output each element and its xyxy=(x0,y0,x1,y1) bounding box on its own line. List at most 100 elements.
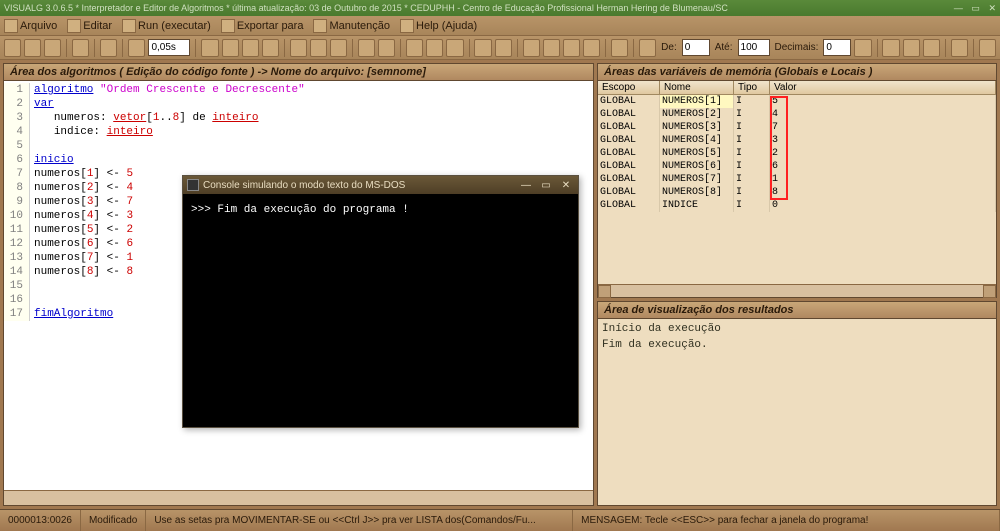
toolbar-find-icon[interactable] xyxy=(406,39,423,57)
variables-panel-header: Áreas das variáveis de memória (Globais … xyxy=(598,64,996,81)
de-label: De: xyxy=(661,42,677,53)
code-line[interactable]: 3 numeros: vetor[1..8] de inteiro xyxy=(4,111,593,125)
toolbar-print-icon[interactable] xyxy=(611,39,628,57)
toolbar-date-icon[interactable] xyxy=(923,39,940,57)
wrench-icon xyxy=(313,19,327,33)
menu-manutencao[interactable]: Manutenção xyxy=(313,19,390,33)
cell-escopo: GLOBAL xyxy=(598,199,660,212)
line-code: inicio xyxy=(30,153,74,167)
table-row[interactable]: GLOBALNUMEROS[8]I8 xyxy=(598,186,996,199)
table-row[interactable]: GLOBALNUMEROS[3]I7 xyxy=(598,121,996,134)
toolbar-cut-icon[interactable] xyxy=(290,39,307,57)
table-row[interactable]: GLOBALNUMEROS[7]I1 xyxy=(598,173,996,186)
decimais-input[interactable] xyxy=(823,39,851,56)
toolbar-tool1-icon[interactable] xyxy=(495,39,512,57)
toolbar-copy-icon[interactable] xyxy=(310,39,327,57)
variables-table[interactable]: Escopo Nome Tipo Valor GLOBALNUMEROS[1]I… xyxy=(598,81,996,284)
variables-hscrollbar[interactable] xyxy=(598,284,996,297)
toolbar-reload-icon[interactable] xyxy=(563,39,580,57)
toolbar-new-icon[interactable] xyxy=(4,39,21,57)
status-help: Use as setas pra MOVIMENTAR-SE ou <<Ctrl… xyxy=(146,510,573,531)
cell-tipo: I xyxy=(734,199,770,212)
toolbar-reopen-icon[interactable] xyxy=(44,39,61,57)
delay-input[interactable] xyxy=(148,39,190,56)
toolbar-exit-icon[interactable] xyxy=(979,39,996,57)
cell-escopo: GLOBAL xyxy=(598,108,660,121)
toolbar-goto-icon[interactable] xyxy=(474,39,491,57)
col-tipo[interactable]: Tipo xyxy=(734,81,770,94)
line-number: 13 xyxy=(4,251,30,265)
cell-valor: 1 xyxy=(770,173,996,186)
toolbar-eval-icon[interactable] xyxy=(262,39,279,57)
scroll-right-icon[interactable] xyxy=(983,285,996,298)
toolbar-view-icon[interactable] xyxy=(523,39,540,57)
menu-arquivo[interactable]: Arquivo xyxy=(4,19,57,33)
minimize-button[interactable]: — xyxy=(954,3,963,13)
toolbar-table-icon[interactable] xyxy=(882,39,899,57)
console-close-button[interactable]: ✕ xyxy=(558,180,574,191)
close-button[interactable]: ✕ xyxy=(988,3,996,13)
code-line[interactable]: 1algoritmo "Ordem Crescente e Decrescent… xyxy=(4,83,593,97)
console-window[interactable]: Console simulando o modo texto do MS-DOS… xyxy=(182,175,579,428)
window-titlebar: VISUALG 3.0.6.5 * Interpretador e Editor… xyxy=(0,0,1000,16)
toolbar-sync-icon[interactable] xyxy=(583,39,600,57)
toolbar-redo-icon[interactable] xyxy=(378,39,395,57)
line-code xyxy=(30,293,34,307)
decimais-step-icon[interactable] xyxy=(854,39,871,57)
line-number: 17 xyxy=(4,307,30,321)
table-row[interactable]: GLOBALNUMEROS[4]I3 xyxy=(598,134,996,147)
console-minimize-button[interactable]: — xyxy=(518,180,534,191)
toolbar-chart-icon[interactable] xyxy=(903,39,920,57)
console-maximize-button[interactable]: ▭ xyxy=(538,180,554,191)
toolbar-step-icon[interactable] xyxy=(242,39,259,57)
toolbar-stop-icon[interactable] xyxy=(201,39,218,57)
menu-run[interactable]: Run (executar) xyxy=(122,19,211,33)
menu-editar[interactable]: Editar xyxy=(67,19,112,33)
scroll-left-icon[interactable] xyxy=(598,285,611,298)
code-line[interactable]: 5 xyxy=(4,139,593,153)
toolbar-paste-icon[interactable] xyxy=(330,39,347,57)
col-escopo[interactable]: Escopo xyxy=(598,81,660,94)
code-line[interactable]: 6inicio xyxy=(4,153,593,167)
status-modified: Modificado xyxy=(81,510,146,531)
line-code: numeros[8] <- 8 xyxy=(30,265,133,279)
table-row[interactable]: GLOBALNUMEROS[6]I6 xyxy=(598,160,996,173)
menu-help[interactable]: Help (Ajuda) xyxy=(400,19,477,33)
editor-hscrollbar[interactable] xyxy=(4,490,593,505)
toolbar-wrench-icon[interactable] xyxy=(639,39,656,57)
menubar: Arquivo Editar Run (executar) Exportar p… xyxy=(0,16,1000,36)
cell-nome: NUMEROS[1] xyxy=(660,95,734,108)
toolbar-random-icon[interactable] xyxy=(543,39,560,57)
help-icon xyxy=(400,19,414,33)
toolbar-open-icon[interactable] xyxy=(24,39,41,57)
line-code: numeros[2] <- 4 xyxy=(30,181,133,195)
run-icon xyxy=(122,19,136,33)
console-titlebar[interactable]: Console simulando o modo texto do MS-DOS… xyxy=(183,176,578,194)
toolbar-save-icon[interactable] xyxy=(72,39,89,57)
table-row[interactable]: GLOBALNUMEROS[2]I4 xyxy=(598,108,996,121)
line-number: 8 xyxy=(4,181,30,195)
toolbar-hand-icon[interactable] xyxy=(222,39,239,57)
code-line[interactable]: 4 indice: inteiro xyxy=(4,125,593,139)
cell-valor: 8 xyxy=(770,186,996,199)
toolbar-replace-icon[interactable] xyxy=(426,39,443,57)
maximize-button[interactable]: ▭ xyxy=(971,3,980,13)
col-valor[interactable]: Valor xyxy=(770,81,996,94)
cell-tipo: I xyxy=(734,160,770,173)
table-row[interactable]: GLOBALNUMEROS[5]I2 xyxy=(598,147,996,160)
window-buttons: — ▭ ✕ xyxy=(948,0,996,16)
toolbar-timer-icon[interactable] xyxy=(128,39,145,57)
toolbar-edit-icon[interactable] xyxy=(100,39,117,57)
toolbar-export-icon[interactable] xyxy=(951,39,968,57)
de-input[interactable] xyxy=(682,39,710,56)
toolbar-findnext-icon[interactable] xyxy=(446,39,463,57)
col-nome[interactable]: Nome xyxy=(660,81,734,94)
table-row[interactable]: GLOBALNUMEROS[1]I5 xyxy=(598,95,996,108)
menu-exportar[interactable]: Exportar para xyxy=(221,19,304,33)
ate-input[interactable] xyxy=(738,39,770,56)
code-line[interactable]: 2var xyxy=(4,97,593,111)
cell-escopo: GLOBAL xyxy=(598,121,660,134)
results-output[interactable]: Início da execuçãoFim da execução. xyxy=(598,319,996,505)
toolbar-undo-icon[interactable] xyxy=(358,39,375,57)
table-row[interactable]: GLOBALINDICEI0 xyxy=(598,199,996,212)
